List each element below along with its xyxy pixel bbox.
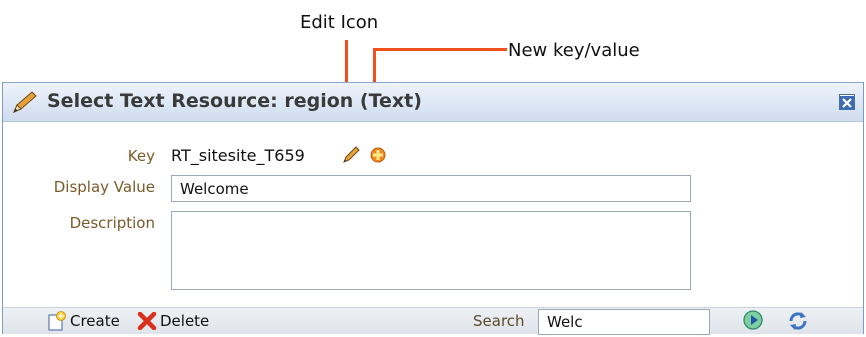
- delete-button[interactable]: Delete: [160, 312, 209, 330]
- edit-icon-callout: Edit Icon: [300, 12, 379, 33]
- create-button[interactable]: Create: [70, 312, 120, 330]
- description-textarea[interactable]: [171, 211, 691, 290]
- dialog-header: Select Text Resource: region (Text): [3, 82, 863, 122]
- refresh-icon[interactable]: [786, 309, 810, 337]
- bottom-toolbar: Create Delete Search Welc: [3, 307, 863, 337]
- pencil-icon: [9, 90, 39, 120]
- go-icon[interactable]: [742, 309, 764, 335]
- search-input[interactable]: Welc: [538, 309, 710, 335]
- display-value-label: Display Value: [53, 178, 155, 196]
- edit-key-pencil-icon[interactable]: [341, 145, 361, 169]
- dialog-title: Select Text Resource: region (Text): [47, 90, 422, 112]
- key-value: RT_sitesite_T659: [171, 146, 305, 165]
- description-label: Description: [69, 214, 155, 232]
- delete-icon[interactable]: [137, 311, 157, 334]
- display-value-input[interactable]: Welcome: [171, 175, 691, 202]
- create-icon[interactable]: [47, 311, 67, 335]
- new-key-value-callout-line-horizontal: [373, 48, 507, 51]
- add-key-value-icon[interactable]: [369, 146, 387, 168]
- new-key-value-callout: New key/value: [508, 40, 640, 61]
- search-label: Search: [473, 312, 525, 330]
- close-icon[interactable]: [839, 94, 855, 110]
- select-text-resource-dialog: Select Text Resource: region (Text) Key …: [2, 82, 864, 337]
- key-label: Key: [127, 147, 155, 165]
